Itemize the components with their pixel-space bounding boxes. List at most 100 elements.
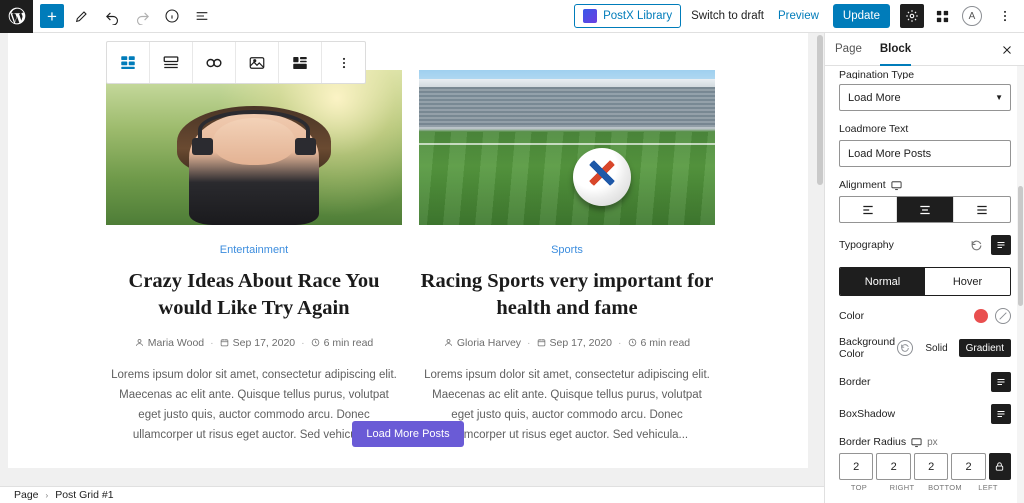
chevron-right-icon: ›: [45, 490, 49, 500]
postx-icon: [583, 9, 598, 23]
columns-icon[interactable]: [279, 42, 322, 83]
blocks-icon[interactable]: [930, 4, 954, 28]
pagination-type-label: Pagination Type: [839, 70, 915, 79]
canvas-scrollbar[interactable]: ▲ ▼: [816, 33, 824, 503]
typography-settings-icon[interactable]: [991, 235, 1011, 255]
post-category[interactable]: Sports: [419, 244, 715, 256]
post-card[interactable]: Entertainment Crazy Ideas About Race You…: [106, 70, 402, 445]
tab-block[interactable]: Block: [880, 33, 911, 66]
alignment-segmented-control[interactable]: [839, 196, 1011, 223]
canvas-scrollbar-thumb[interactable]: [817, 35, 823, 185]
ellipsis-vertical-icon[interactable]: [990, 0, 1020, 33]
pagination-type-field: Pagination Type Load More ▼: [839, 70, 1011, 111]
close-icon[interactable]: [998, 41, 1016, 59]
tab-page[interactable]: Page: [835, 33, 862, 66]
post-title[interactable]: Racing Sports very important for health …: [419, 268, 715, 323]
info-icon[interactable]: [157, 0, 187, 33]
undo-icon[interactable]: [97, 0, 127, 33]
user-icon: [135, 339, 143, 346]
border-radius-unit[interactable]: px: [927, 437, 938, 448]
breadcrumb-item-page[interactable]: Page: [14, 489, 39, 501]
soccer-ball-stadium-image: [419, 70, 715, 225]
loadmore-text-input[interactable]: Load More Posts: [839, 140, 1011, 167]
border-radius-right-input[interactable]: 2: [876, 453, 911, 480]
color-swatch[interactable]: [974, 309, 988, 323]
gradient-button[interactable]: Gradient: [958, 339, 1011, 357]
image-icon[interactable]: [236, 42, 279, 83]
border-radius-label-right: RIGHT: [889, 483, 915, 492]
border-radius-side-labels: TOP RIGHT BOTTOM LEFT: [839, 483, 1011, 492]
border-radius-inputs: 2 2 2 2: [839, 453, 1012, 480]
more-options-icon[interactable]: [322, 42, 365, 83]
editor-canvas: Entertainment Crazy Ideas About Race You…: [0, 33, 824, 503]
typography-row: Typography: [839, 235, 1011, 255]
post-card[interactable]: Sports Racing Sports very important for …: [419, 70, 715, 445]
reset-icon[interactable]: [966, 235, 986, 255]
list-view-icon[interactable]: [187, 0, 217, 33]
pencil-icon[interactable]: [67, 0, 97, 33]
meta-separator: ·: [618, 336, 622, 349]
reset-icon[interactable]: [897, 340, 914, 356]
border-radius-label-bottom: BOTTOM: [928, 483, 962, 492]
postx-library-button[interactable]: PostX Library: [574, 4, 682, 28]
post-grid: Entertainment Crazy Ideas About Race You…: [106, 70, 726, 445]
sidebar-scrollbar[interactable]: [1017, 66, 1024, 503]
align-justify-button[interactable]: [953, 197, 1010, 222]
loadmore-text-field: Loadmore Text Load More Posts: [839, 123, 1011, 167]
state-normal-button[interactable]: Normal: [840, 268, 925, 295]
boxshadow-settings-icon[interactable]: [991, 404, 1011, 424]
border-radius-top-input[interactable]: 2: [839, 453, 874, 480]
border-label: Border: [839, 376, 871, 388]
solid-button[interactable]: Solid: [918, 339, 955, 357]
meta-separator: ·: [301, 336, 305, 349]
background-color-field: Background Color Solid Gradient: [839, 336, 1011, 360]
post-author-name: Gloria Harvey: [456, 336, 522, 349]
postx-badge-icon[interactable]: A: [960, 4, 984, 28]
post-category[interactable]: Entertainment: [106, 244, 402, 256]
alignment-field: Alignment: [839, 179, 1011, 223]
post-date: Sep 17, 2020: [537, 337, 612, 349]
loadmore-text-label: Loadmore Text: [839, 123, 909, 135]
post-thumbnail[interactable]: [419, 70, 715, 225]
post-date: Sep 17, 2020: [220, 337, 295, 349]
post-grid-block[interactable]: Entertainment Crazy Ideas About Race You…: [8, 33, 808, 468]
pagination-type-select[interactable]: Load More ▼: [839, 84, 1011, 111]
lock-icon[interactable]: [988, 453, 1012, 480]
load-more-wrapper: Load More Posts: [8, 421, 808, 447]
wordpress-block-editor: + PostX Library Switch to draft Preview …: [0, 0, 1024, 503]
post-grid-block-icon[interactable]: [107, 42, 150, 83]
reset-icon[interactable]: [995, 308, 1011, 324]
layout-icon[interactable]: [150, 42, 193, 83]
solid-gradient-toggle[interactable]: Solid Gradient: [918, 339, 1011, 357]
normal-hover-toggle[interactable]: Normal Hover: [839, 267, 1011, 296]
border-radius-left-input[interactable]: 2: [951, 453, 986, 480]
wordpress-logo-icon[interactable]: [0, 0, 33, 33]
border-radius-bottom-input[interactable]: 2: [913, 453, 949, 480]
align-left-button[interactable]: [840, 197, 896, 222]
desktop-icon: [891, 180, 902, 190]
breadcrumb-item-post-grid[interactable]: Post Grid #1: [55, 489, 113, 501]
calendar-icon: [220, 339, 228, 347]
gear-icon[interactable]: [900, 4, 924, 28]
post-date-text: Sep 17, 2020: [232, 336, 296, 349]
add-block-button[interactable]: +: [40, 4, 64, 28]
update-button[interactable]: Update: [832, 4, 890, 28]
preview-button[interactable]: Preview: [778, 10, 819, 22]
load-more-posts-button[interactable]: Load More Posts: [352, 421, 464, 447]
link-chain-icon[interactable]: [193, 42, 236, 83]
alignment-label-row: Alignment: [839, 179, 1010, 191]
post-read-time-text: 6 min read: [323, 336, 374, 349]
state-hover-button[interactable]: Hover: [925, 268, 1010, 295]
border-radius-label: Border Radius: [839, 436, 907, 448]
top-bar-right-actions: PostX Library Switch to draft Preview Up…: [574, 0, 1024, 33]
align-center-button[interactable]: [896, 197, 953, 222]
post-title[interactable]: Crazy Ideas About Race You would Like Tr…: [106, 268, 402, 323]
clock-icon: [311, 338, 319, 347]
boxshadow-row: BoxShadow: [839, 404, 1011, 424]
border-settings-icon[interactable]: [991, 372, 1011, 392]
switch-to-draft-button[interactable]: Switch to draft: [691, 10, 764, 22]
post-author: Maria Wood: [135, 337, 204, 349]
sidebar-scrollbar-thumb[interactable]: [1018, 186, 1023, 306]
loadmore-text-value: Load More Posts: [848, 147, 932, 160]
post-thumbnail[interactable]: [106, 70, 402, 225]
